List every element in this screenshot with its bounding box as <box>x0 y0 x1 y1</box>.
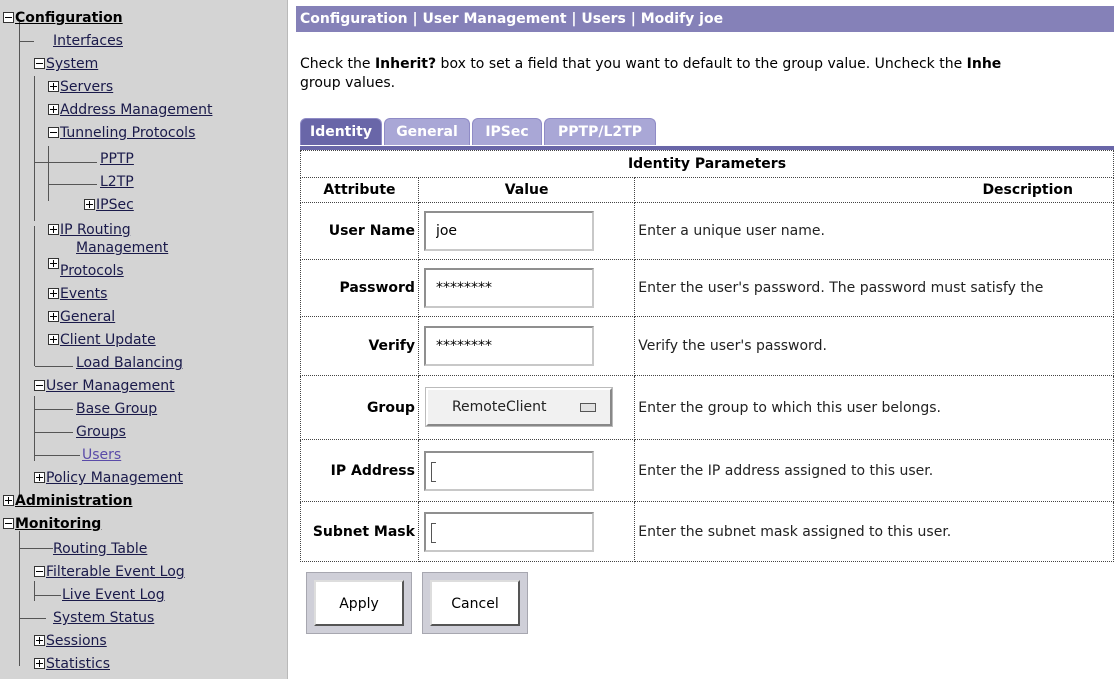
description-text: Enter the subnet mask assigned to this u… <box>634 501 1114 562</box>
table-title: Identity Parameters <box>300 150 1114 178</box>
user-name-input[interactable] <box>423 211 594 251</box>
intro-text: Check the Inherit? box to set a field th… <box>300 56 1002 91</box>
tree-item-sessions[interactable]: Sessions <box>34 631 107 652</box>
expand-icon[interactable] <box>34 658 45 669</box>
tree-item-management-protocols[interactable]: Management <box>76 240 168 256</box>
collapse-icon[interactable] <box>34 380 45 391</box>
table-row: Subnet Mask Enter the subnet mask assign… <box>300 501 1114 562</box>
text-cursor-icon <box>430 523 436 543</box>
collapse-icon[interactable] <box>34 566 45 577</box>
subnet-mask-input[interactable] <box>423 512 594 552</box>
tree-item-policy-management[interactable]: Policy Management <box>34 468 183 489</box>
description-text: Enter the group to which this user belon… <box>634 375 1114 440</box>
attribute-label: IP Address <box>300 439 419 502</box>
attribute-label: Verify <box>300 316 419 376</box>
tree-item-base-group[interactable]: Base Group <box>76 399 157 420</box>
verify-password-input[interactable] <box>423 326 594 366</box>
identity-parameters-table: Identity Parameters Attribute Value Desc… <box>300 150 1114 562</box>
table-row: Verify Verify the user's password. <box>300 316 1114 376</box>
cancel-button[interactable]: Cancel <box>430 580 520 626</box>
tab-ipsec[interactable]: IPSec <box>472 118 542 145</box>
attribute-label: Password <box>300 259 419 317</box>
tree-item-administration[interactable]: Administration <box>3 491 132 512</box>
tree-item-user-management[interactable]: User Management <box>34 376 175 397</box>
tree-item-events[interactable]: Events <box>48 284 107 305</box>
column-header-attribute: Attribute <box>300 177 419 203</box>
text-cursor-icon <box>430 462 436 482</box>
apply-button[interactable]: Apply <box>314 580 404 626</box>
group-select[interactable]: RemoteClient <box>425 388 612 426</box>
collapse-icon[interactable] <box>48 127 59 138</box>
tree-item-statistics[interactable]: Statistics <box>34 654 110 675</box>
tree-item-servers[interactable]: Servers <box>48 77 113 98</box>
expand-icon[interactable] <box>48 224 59 235</box>
breadcrumb: Configuration | User Management | Users … <box>296 6 1114 32</box>
description-text: Enter the user's password. The password … <box>634 259 1114 317</box>
table-row: IP Address Enter the IP address assigned… <box>300 439 1114 502</box>
attribute-label: Subnet Mask <box>300 501 419 562</box>
tree-item-general[interactable]: General <box>48 307 115 328</box>
tree-item-live-event-log[interactable]: Live Event Log <box>62 585 165 606</box>
main-content: Configuration | User Management | Users … <box>288 0 1114 679</box>
tree-item-system[interactable]: System <box>34 54 98 75</box>
collapse-icon[interactable] <box>3 12 14 23</box>
identity-panel: Identity Parameters Attribute Value Desc… <box>300 146 1114 566</box>
tree-item-client-update[interactable]: Client Update <box>48 330 156 351</box>
dropdown-icon <box>579 403 596 412</box>
tree-item-l2tp[interactable]: L2TP <box>100 172 134 193</box>
tree-item-groups[interactable]: Groups <box>76 422 126 443</box>
tab-pptp-l2tp[interactable]: PPTP/L2TP <box>544 118 656 145</box>
expand-icon[interactable] <box>48 288 59 299</box>
tree-item-configuration[interactable]: Configuration <box>3 8 123 29</box>
ip-address-input[interactable] <box>423 451 594 491</box>
description-text: Enter the IP address assigned to this us… <box>634 439 1114 502</box>
expand-icon[interactable] <box>48 334 59 345</box>
expand-icon[interactable] <box>48 81 59 92</box>
expand-icon[interactable] <box>48 311 59 322</box>
description-text: Verify the user's password. <box>634 316 1114 376</box>
apply-button-frame: Apply <box>306 572 412 634</box>
tree-item-filterable-event-log[interactable]: Filterable Event Log <box>34 562 185 583</box>
attribute-label: Group <box>300 375 419 440</box>
column-header-description: Description <box>634 177 1114 203</box>
tree-item-system-status[interactable]: System Status <box>53 608 154 629</box>
expand-icon[interactable] <box>34 635 45 646</box>
tree-item-pptp[interactable]: PPTP <box>100 149 134 170</box>
password-input[interactable] <box>423 268 594 308</box>
description-text: Enter a unique user name. <box>634 202 1114 260</box>
expand-icon[interactable] <box>34 472 45 483</box>
collapse-icon[interactable] <box>34 58 45 69</box>
table-row: Group RemoteClient Enter the group to wh… <box>300 375 1114 440</box>
navigation-tree: Configuration Interfaces System Servers … <box>0 0 288 679</box>
tab-general[interactable]: General <box>384 118 470 145</box>
cancel-button-frame: Cancel <box>422 572 528 634</box>
expand-icon[interactable] <box>84 199 95 210</box>
tree-item-routing-table[interactable]: Routing Table <box>53 539 147 560</box>
expand-icon[interactable] <box>48 258 59 269</box>
tree-item-address-management[interactable]: Address Management <box>48 100 212 121</box>
expand-icon[interactable] <box>3 495 14 506</box>
attribute-label: User Name <box>300 202 419 260</box>
tree-item-ip-routing[interactable]: IP Routing <box>48 220 131 241</box>
column-header-value: Value <box>417 177 636 203</box>
tree-item-interfaces[interactable]: Interfaces <box>53 31 123 52</box>
tree-item-ipsec[interactable]: IPSec <box>84 195 134 216</box>
tree-item-management-protocols-2[interactable]: Protocols <box>48 258 124 279</box>
collapse-icon[interactable] <box>3 518 14 529</box>
expand-icon[interactable] <box>48 104 59 115</box>
tree-item-load-balancing[interactable]: Load Balancing <box>76 353 183 374</box>
tab-identity[interactable]: Identity <box>300 118 382 145</box>
tree-item-tunneling-protocols[interactable]: Tunneling Protocols <box>48 123 195 144</box>
tree-item-monitoring[interactable]: Monitoring <box>3 514 101 535</box>
table-row: User Name Enter a unique user name. <box>300 202 1114 260</box>
table-row: Password Enter the user's password. The … <box>300 259 1114 317</box>
tree-item-users[interactable]: Users <box>82 445 121 466</box>
